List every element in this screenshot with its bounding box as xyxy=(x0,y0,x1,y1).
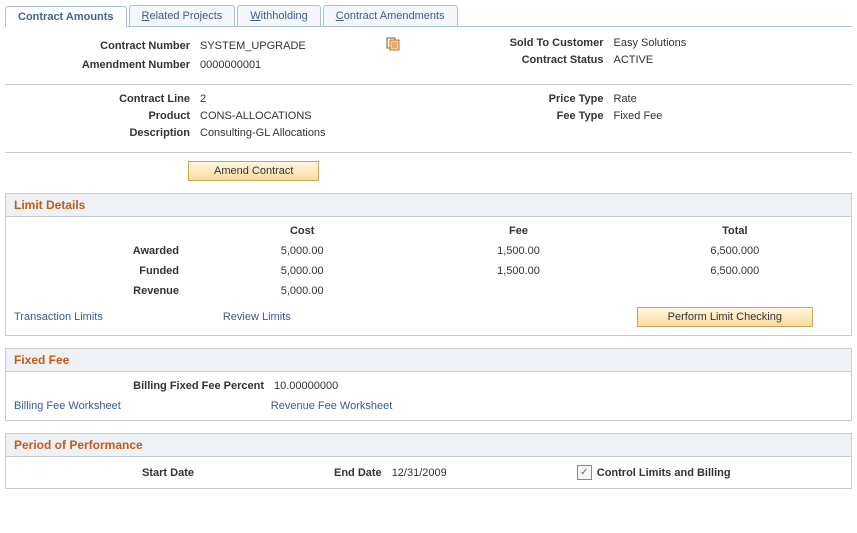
line-info: Contract Line 2 Product CONS-ALLOCATIONS… xyxy=(5,93,857,144)
product: CONS-ALLOCATIONS xyxy=(200,110,312,122)
funded-cost: 5,000.00 xyxy=(194,265,410,277)
contract-line-label: Contract Line xyxy=(10,93,200,105)
price-type: Rate xyxy=(614,93,637,105)
billing-fixed-fee-percent: 10.00000000 xyxy=(274,380,338,392)
row-funded-label: Funded xyxy=(14,265,194,277)
end-date: 12/31/2009 xyxy=(392,467,447,479)
funded-fee: 1,500.00 xyxy=(410,265,626,277)
col-fee: Fee xyxy=(410,225,626,237)
revenue-fee-worksheet-link[interactable]: Revenue Fee Worksheet xyxy=(271,400,392,412)
fee-type: Fixed Fee xyxy=(614,110,663,122)
tab-contract-amendments[interactable]: Contract Amendments xyxy=(323,5,458,26)
description-label: Description xyxy=(10,127,200,139)
billing-fixed-fee-percent-label: Billing Fixed Fee Percent xyxy=(14,380,274,392)
funded-total: 6,500.000 xyxy=(627,265,843,277)
awarded-total: 6,500.000 xyxy=(627,245,843,257)
tab-contract-amounts[interactable]: Contract Amounts xyxy=(5,6,127,27)
contract-status: ACTIVE xyxy=(614,54,654,66)
billing-fee-worksheet-link[interactable]: Billing Fee Worksheet xyxy=(14,400,121,412)
review-limits-link[interactable]: Review Limits xyxy=(223,311,291,323)
period-header: Period of Performance xyxy=(6,434,851,457)
product-label: Product xyxy=(10,110,200,122)
control-limits-label: Control Limits and Billing xyxy=(597,467,741,479)
col-cost: Cost xyxy=(194,225,410,237)
end-date-label: End Date xyxy=(334,467,392,479)
revenue-cost: 5,000.00 xyxy=(194,285,410,297)
sold-to: Easy Solutions xyxy=(614,37,687,49)
divider xyxy=(5,152,852,153)
transaction-limits-link[interactable]: Transaction Limits xyxy=(14,311,103,323)
sold-to-label: Sold To Customer xyxy=(434,37,614,49)
awarded-cost: 5,000.00 xyxy=(194,245,410,257)
contract-status-label: Contract Status xyxy=(434,54,614,66)
fixed-fee-header: Fixed Fee xyxy=(6,349,851,372)
limit-details-header: Limit Details xyxy=(6,194,851,217)
fixed-fee-section: Fixed Fee Billing Fixed Fee Percent 10.0… xyxy=(5,348,852,421)
amendment-number-label: Amendment Number xyxy=(10,59,200,71)
row-revenue-label: Revenue xyxy=(14,285,194,297)
col-total: Total xyxy=(627,225,843,237)
amendment-number: 0000000001 xyxy=(200,59,261,71)
contract-line: 2 xyxy=(200,93,206,105)
contract-number-label: Contract Number xyxy=(10,40,200,52)
tabs: Contract Amounts Related Projects Withho… xyxy=(5,5,852,27)
document-icon[interactable] xyxy=(386,37,400,54)
period-of-performance-section: Period of Performance Start Date End Dat… xyxy=(5,433,852,489)
contract-number: SYSTEM_UPGRADE xyxy=(200,40,306,52)
amend-contract-button[interactable]: Amend Contract xyxy=(188,161,319,181)
divider xyxy=(5,84,852,85)
awarded-fee: 1,500.00 xyxy=(410,245,626,257)
start-date-label: Start Date xyxy=(14,467,204,479)
tab-withholding[interactable]: Withholding xyxy=(237,5,320,26)
limit-details-section: Limit Details Cost Fee Total Awarded 5,0… xyxy=(5,193,852,336)
description: Consulting-GL Allocations xyxy=(200,127,326,139)
perform-limit-checking-button[interactable]: Perform Limit Checking xyxy=(637,307,813,327)
price-type-label: Price Type xyxy=(434,93,614,105)
header-info: Contract Number SYSTEM_UPGRADE Amendment… xyxy=(5,37,857,76)
control-limits-checkbox[interactable]: ✓ xyxy=(577,465,592,480)
row-awarded-label: Awarded xyxy=(14,245,194,257)
tab-related-projects[interactable]: Related Projects xyxy=(129,5,236,26)
fee-type-label: Fee Type xyxy=(434,110,614,122)
